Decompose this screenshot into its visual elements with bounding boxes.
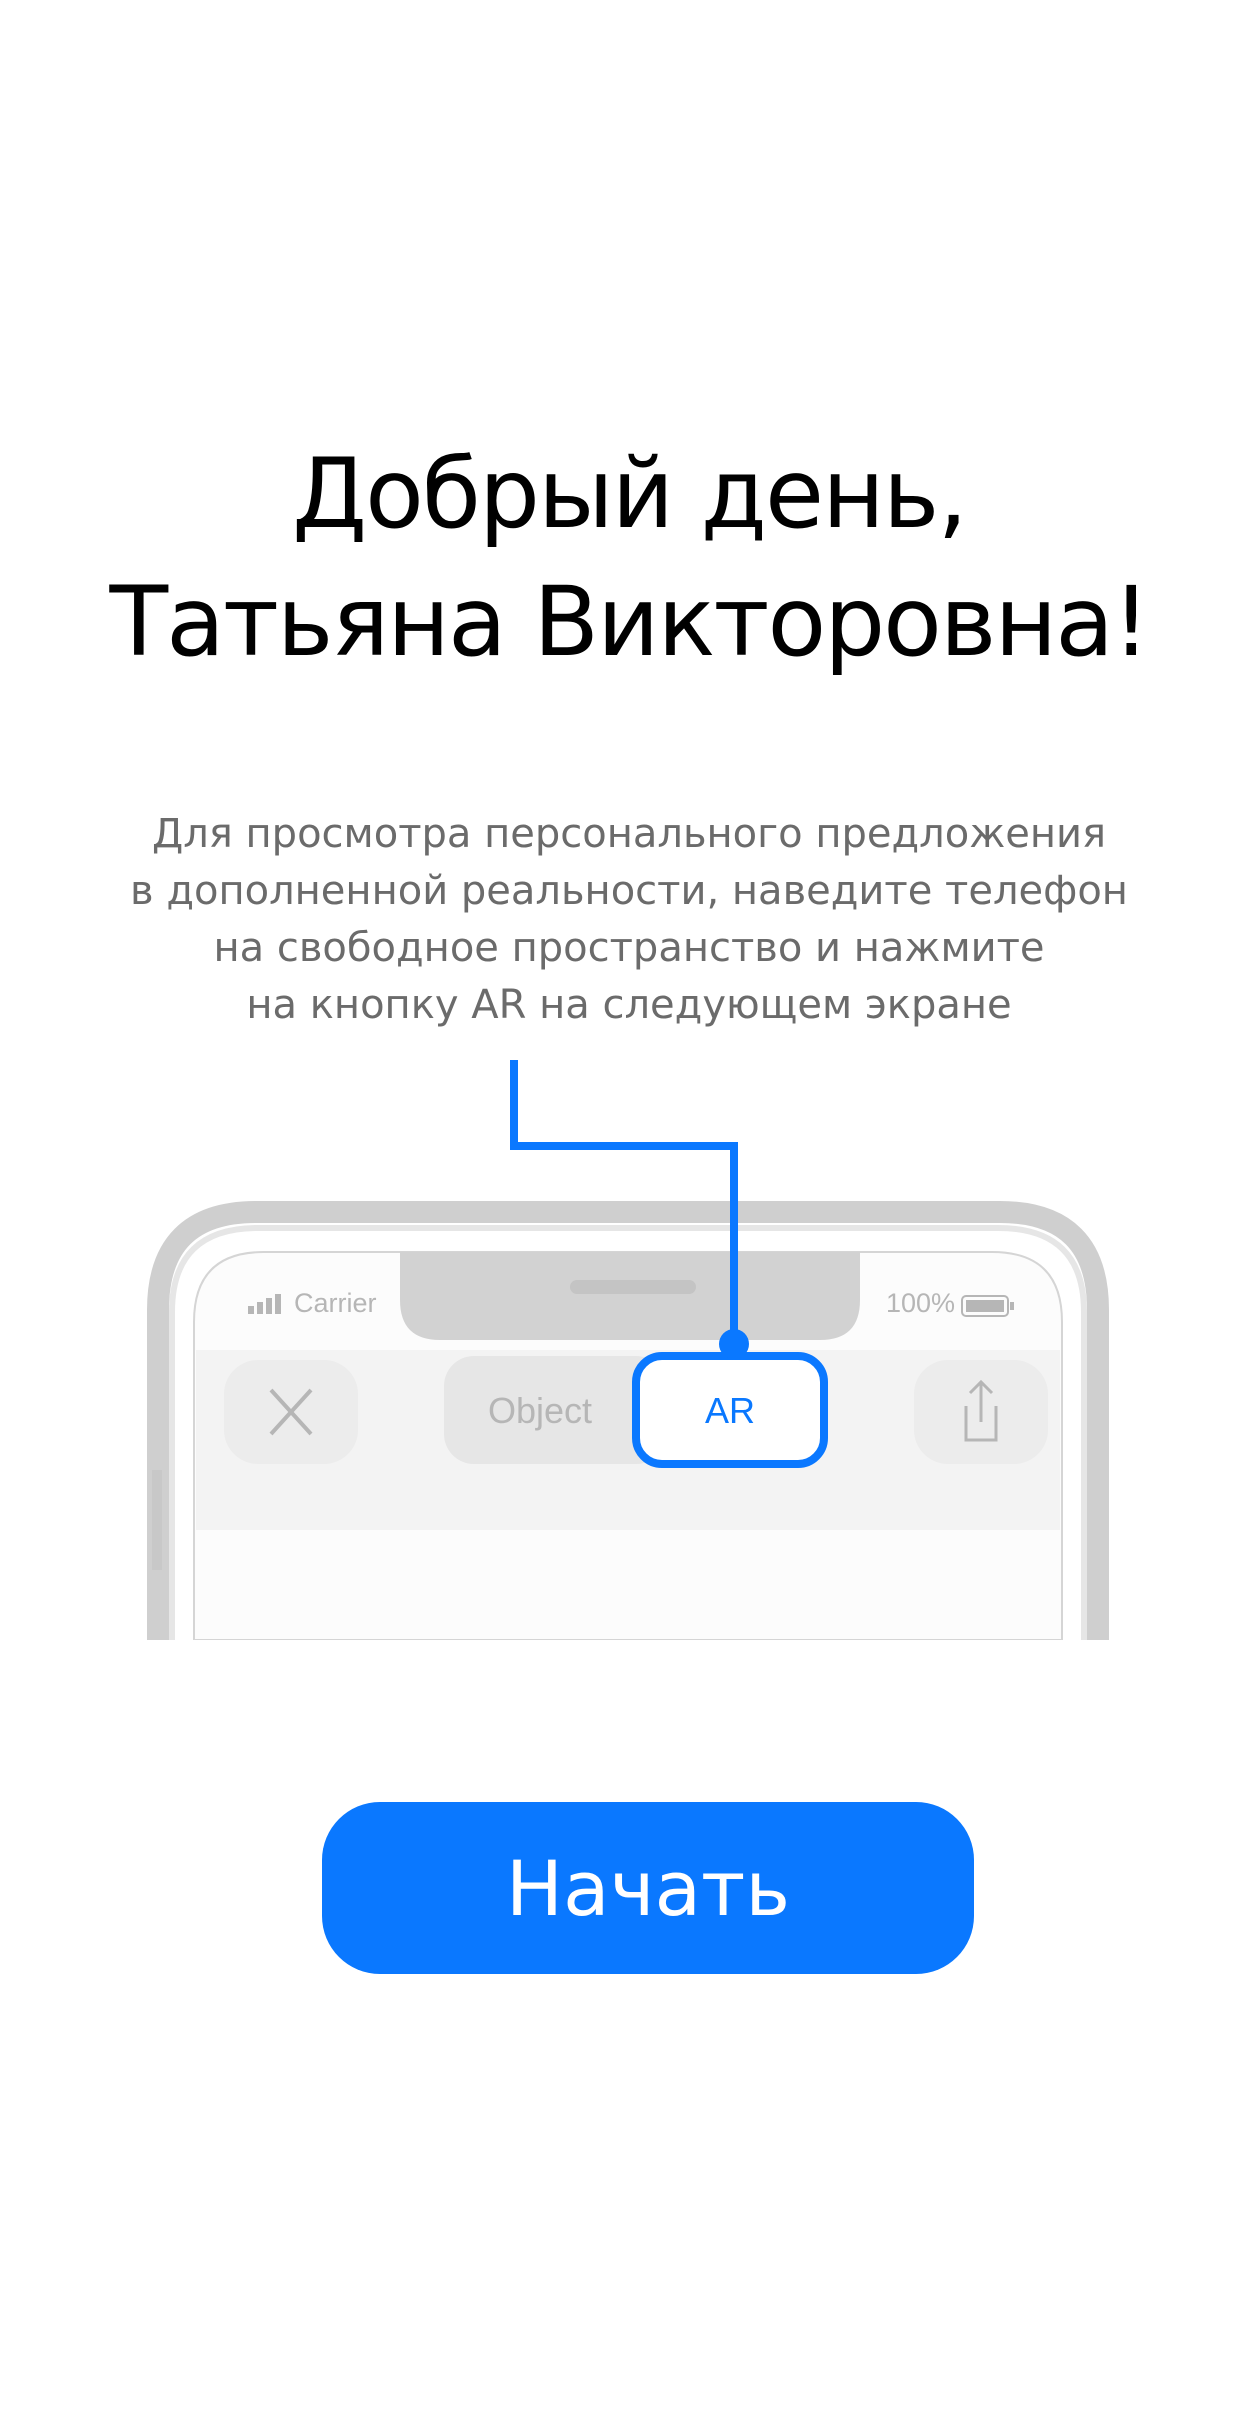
instructions-line-2: в дополненной реальности, наведите телеф… [130, 868, 1128, 914]
phone-frame-drawing [147, 1060, 1109, 1640]
start-button[interactable]: Начать [322, 1802, 974, 1974]
battery-label: 100% [886, 1288, 956, 1318]
instructions-line-3: на свободное пространство и нажмите [213, 925, 1045, 971]
greeting-line-1: Добрый день, [292, 438, 968, 550]
share-icon [964, 1379, 998, 1442]
greeting-title: Добрый день, Татьяна Викторовна! [0, 430, 1258, 686]
close-button [224, 1360, 358, 1464]
greeting-line-2: Татьяна Викторовна! [109, 566, 1150, 678]
segment-object: Object [487, 1390, 593, 1431]
instructions-text: Для просмотра персонального предложения … [0, 806, 1258, 1034]
instructions-line-1: Для просмотра персонального предложения [151, 811, 1107, 857]
segment-ar: AR [704, 1390, 755, 1431]
instructions-line-4: на кнопку AR на следующем экране [246, 982, 1012, 1028]
share-button [914, 1360, 1048, 1464]
carrier-label: Carrier [294, 1288, 377, 1318]
phone-illustration: Carrier 100% Object AR [0, 1060, 1258, 1640]
close-icon [269, 1388, 313, 1436]
